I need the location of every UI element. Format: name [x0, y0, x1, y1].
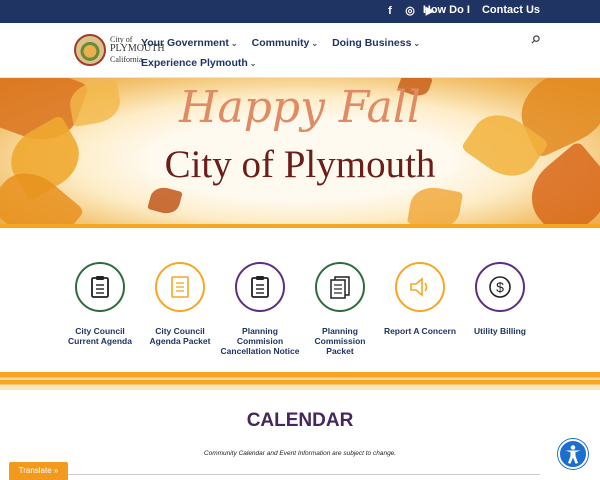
leaf-decoration — [147, 184, 183, 217]
translate-button[interactable]: Translate » — [9, 462, 68, 480]
decorative-stripe — [0, 372, 600, 390]
accessibility-icon[interactable] — [558, 439, 588, 469]
facebook-icon[interactable]: f — [383, 4, 397, 18]
quick-links: City Council Current Agenda City Council… — [0, 228, 600, 373]
nav-doing-business[interactable]: Doing Business ⌄ — [332, 37, 420, 49]
city-seal-icon — [74, 34, 106, 66]
hero-script-text: Happy Fall — [179, 82, 421, 133]
contact-us-link[interactable]: Contact Us — [482, 4, 540, 16]
nav-community[interactable]: Community ⌄ — [252, 37, 318, 49]
speaker-icon — [395, 262, 445, 312]
quick-link-label: Planning Commission Packet — [314, 326, 366, 356]
documents-icon — [315, 262, 365, 312]
quick-link-council-packet[interactable]: City Council Agenda Packet — [140, 262, 220, 346]
document-icon — [155, 262, 205, 312]
how-do-i-link[interactable]: How Do I — [423, 4, 470, 16]
calendar-divider — [60, 474, 540, 475]
instagram-icon[interactable]: ◎ — [403, 4, 417, 18]
quick-link-label: Planning Commision Cancellation Notice — [220, 326, 300, 356]
clipboard-icon — [75, 262, 125, 312]
leaf-decoration — [406, 183, 464, 226]
city-logo[interactable]: City of PLYMOUTH California — [74, 32, 165, 68]
chevron-down-icon: ⌄ — [413, 39, 421, 48]
nav-your-government[interactable]: Your Government ⌄ — [141, 37, 238, 49]
calendar-title: CALENDAR — [246, 410, 354, 431]
main-nav: Your Government ⌄ Community ⌄ Doing Busine… — [141, 33, 441, 73]
quick-link-label: City Council Current Agenda — [68, 326, 132, 346]
hero-banner: Happy Fall City of Plymouth — [0, 78, 600, 226]
quick-link-label: Utility Billing — [474, 326, 526, 336]
top-links: How Do I Contact Us — [423, 4, 540, 16]
quick-link-utility-billing[interactable]: $ Utility Billing — [460, 262, 540, 336]
hero-title: City of Plymouth — [164, 143, 436, 186]
clipboard-icon — [235, 262, 285, 312]
calendar-section: CALENDAR Community Calendar and Event In… — [0, 390, 600, 480]
dollar-icon: $ — [475, 262, 525, 312]
quick-link-council-agenda[interactable]: City Council Current Agenda — [60, 262, 140, 346]
quick-link-label: City Council Agenda Packet — [149, 326, 211, 346]
svg-text:$: $ — [496, 279, 504, 295]
search-icon[interactable] — [531, 35, 540, 47]
quick-link-label: Report A Concern — [383, 326, 457, 336]
quick-link-report-concern[interactable]: Report A Concern — [380, 262, 460, 336]
top-bar: f ◎ ▶ How Do I Contact Us — [0, 0, 600, 23]
chevron-down-icon: ⌄ — [230, 39, 238, 48]
calendar-note: Community Calendar and Event Information… — [203, 450, 397, 457]
quick-link-planning-cancellation[interactable]: Planning Commision Cancellation Notice — [220, 262, 300, 356]
site-header: City of PLYMOUTH California Your Governm… — [0, 23, 600, 78]
chevron-down-icon: ⌄ — [249, 59, 257, 68]
chevron-down-icon: ⌄ — [311, 39, 319, 48]
quick-link-planning-packet[interactable]: Planning Commission Packet — [300, 262, 380, 356]
nav-experience-plymouth[interactable]: Experience Plymouth ⌄ — [141, 57, 257, 69]
